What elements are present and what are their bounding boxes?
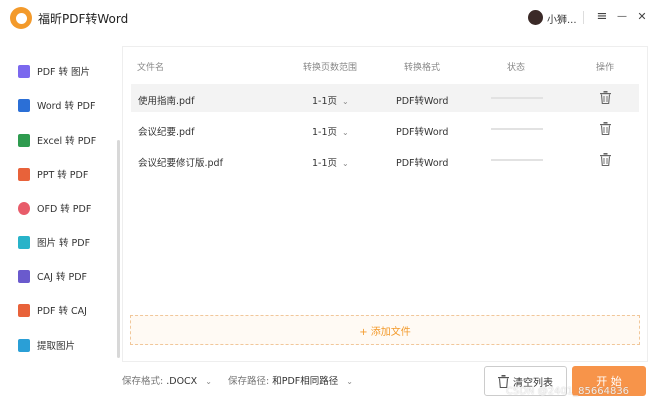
header-format: 转换格式 [404,63,441,73]
sidebar-item-label: 提取图片 [37,341,76,352]
page-range-select[interactable]: 1-1页 ⌄ [312,93,349,107]
sidebar-item-ofd-to-pdf[interactable]: OFD 转 PDF [18,197,113,219]
user-avatar[interactable] [528,10,543,25]
word-icon [18,98,30,112]
sidebar-item-label: PDF 转 图片 [37,67,91,78]
sidebar-item-caj-to-pdf[interactable]: CAJ 转 PDF [18,265,113,287]
convert-format: PDF转Word [396,127,449,138]
close-icon[interactable]: ✕ [634,8,650,26]
chevron-down-icon: ⌄ [205,377,212,386]
delete-icon[interactable] [600,153,611,169]
ofd-icon [18,201,30,215]
delete-icon[interactable] [600,91,611,107]
progress-bar [491,97,543,99]
header-action: 操作 [596,63,615,73]
save-format-label: 保存格式: [122,376,164,387]
chevron-down-icon: ⌄ [342,128,349,137]
sidebar-item-label: 图片 转 PDF [37,238,91,249]
file-name: 会议纪要修订版.pdf [138,158,223,169]
add-file-label: + 添加文件 [359,326,411,338]
app-title: 福昕PDF转Word [38,12,129,26]
save-path-select[interactable]: 保存路径: 和PDF相同路径 ⌄ [228,373,353,387]
save-format-select[interactable]: 保存格式: .DOCX ⌄ [122,373,212,387]
chevron-down-icon: ⌄ [346,377,353,386]
file-name: 使用指南.pdf [138,96,195,107]
progress-bar [491,159,543,161]
convert-format: PDF转Word [396,96,449,107]
header-status: 状态 [507,63,526,73]
chevron-down-icon: ⌄ [342,97,349,106]
menu-icon[interactable]: ≡ [594,8,610,26]
table-row[interactable]: 会议纪要.pdf 1-1页 ⌄ PDF转Word [131,115,639,143]
sidebar-item-image-to-pdf[interactable]: 图片 转 PDF [18,231,113,253]
table-row[interactable]: 会议纪要修订版.pdf 1-1页 ⌄ PDF转Word [131,146,639,174]
image-icon [18,64,30,78]
page-range-value: 1-1页 [312,127,338,138]
sidebar-item-pdf-to-caj[interactable]: PDF 转 CAJ [18,299,113,321]
sidebar-item-label: Word 转 PDF [37,101,96,112]
title-bar: 福昕PDF转Word 小狮... ≡ — ✕ [0,0,650,36]
sidebar-item-ppt-to-pdf[interactable]: PPT 转 PDF [18,163,113,185]
progress-bar [491,128,543,130]
table-row[interactable]: 使用指南.pdf 1-1页 ⌄ PDF转Word [131,84,639,112]
title-divider [583,11,584,24]
header-filename: 文件名 [137,63,165,73]
caj-icon [18,269,30,283]
chevron-down-icon: ⌄ [342,159,349,168]
file-list-panel: 文件名 转换页数范围 转换格式 状态 操作 使用指南.pdf 1-1页 ⌄ PDF… [122,46,648,362]
page-range-select[interactable]: 1-1页 ⌄ [312,155,349,169]
save-path-label: 保存路径: [228,376,270,387]
sidebar: PDF 转 图片 Word 转 PDF Excel 转 PDF PPT 转 PD… [0,50,118,360]
sidebar-item-word-to-pdf[interactable]: Word 转 PDF [18,94,113,116]
save-path-value: 和PDF相同路径 [272,376,339,387]
excel-icon [18,133,30,147]
extract-image-icon [18,338,30,352]
ppt-icon [18,167,30,181]
file-name: 会议纪要.pdf [138,127,195,138]
save-format-value: .DOCX [166,376,198,387]
picture-icon [18,235,30,249]
sidebar-item-label: PPT 转 PDF [37,170,89,181]
table-header: 文件名 转换页数范围 转换格式 状态 操作 [123,47,647,83]
sidebar-item-pdf-to-image[interactable]: PDF 转 图片 [18,60,113,82]
pdf-icon [18,303,30,317]
page-range-select[interactable]: 1-1页 ⌄ [312,124,349,138]
page-range-value: 1-1页 [312,158,338,169]
sidebar-item-label: CAJ 转 PDF [37,272,87,283]
minimize-icon[interactable]: — [614,8,630,26]
sidebar-item-excel-to-pdf[interactable]: Excel 转 PDF [18,129,113,151]
sidebar-scrollbar[interactable] [117,140,120,358]
app-logo-icon [10,7,32,29]
sidebar-item-label: PDF 转 CAJ [37,306,87,317]
delete-icon[interactable] [600,122,611,138]
user-name[interactable]: 小狮... [547,11,577,26]
watermark: CSDN @2401_85664836 [506,386,630,397]
convert-format: PDF转Word [396,158,449,169]
page-range-value: 1-1页 [312,96,338,107]
sidebar-item-label: OFD 转 PDF [37,204,92,215]
sidebar-item-label: Excel 转 PDF [37,136,97,147]
header-page-range: 转换页数范围 [303,63,358,73]
sidebar-item-extract-images[interactable]: 提取图片 [18,334,113,356]
add-file-button[interactable]: + 添加文件 [130,315,640,345]
